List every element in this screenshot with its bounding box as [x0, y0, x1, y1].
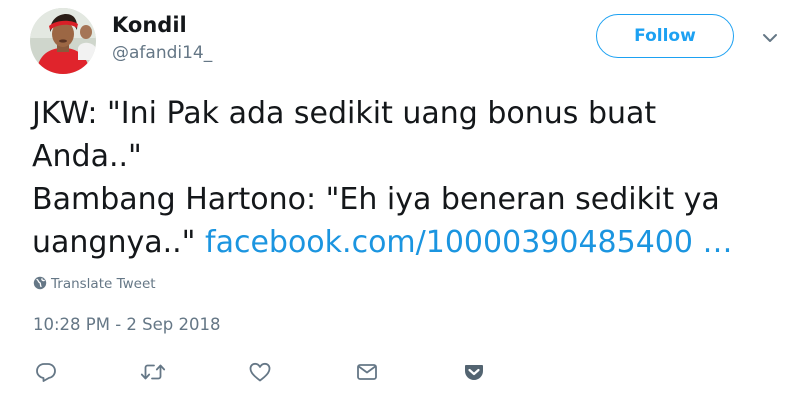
tweet-timestamp[interactable]: 10:28 PM - 2 Sep 2018 [33, 314, 221, 336]
translate-tweet-label: Translate Tweet [51, 276, 156, 292]
tweet-link[interactable]: facebook.com/10000390485400 … [205, 225, 733, 260]
chevron-down-icon[interactable] [760, 28, 780, 48]
pocket-icon[interactable] [460, 358, 488, 386]
envelope-icon[interactable] [353, 358, 381, 386]
globe-icon [33, 276, 47, 290]
translate-tweet-button[interactable]: Translate Tweet [33, 274, 156, 294]
display-name[interactable]: Kondil [112, 12, 187, 38]
tweet-card: Kondil @afandi14_ Follow JKW: "Ini Pak a… [0, 0, 800, 405]
tweet-text: JKW: "Ini Pak ada sedikit uang bonus bua… [32, 92, 782, 264]
username-handle[interactable]: @afandi14_ [112, 42, 212, 64]
reply-icon[interactable] [32, 358, 60, 386]
retweet-icon[interactable] [139, 358, 167, 386]
heart-icon[interactable] [246, 358, 274, 386]
follow-button[interactable]: Follow [596, 14, 734, 58]
avatar[interactable] [30, 8, 96, 74]
